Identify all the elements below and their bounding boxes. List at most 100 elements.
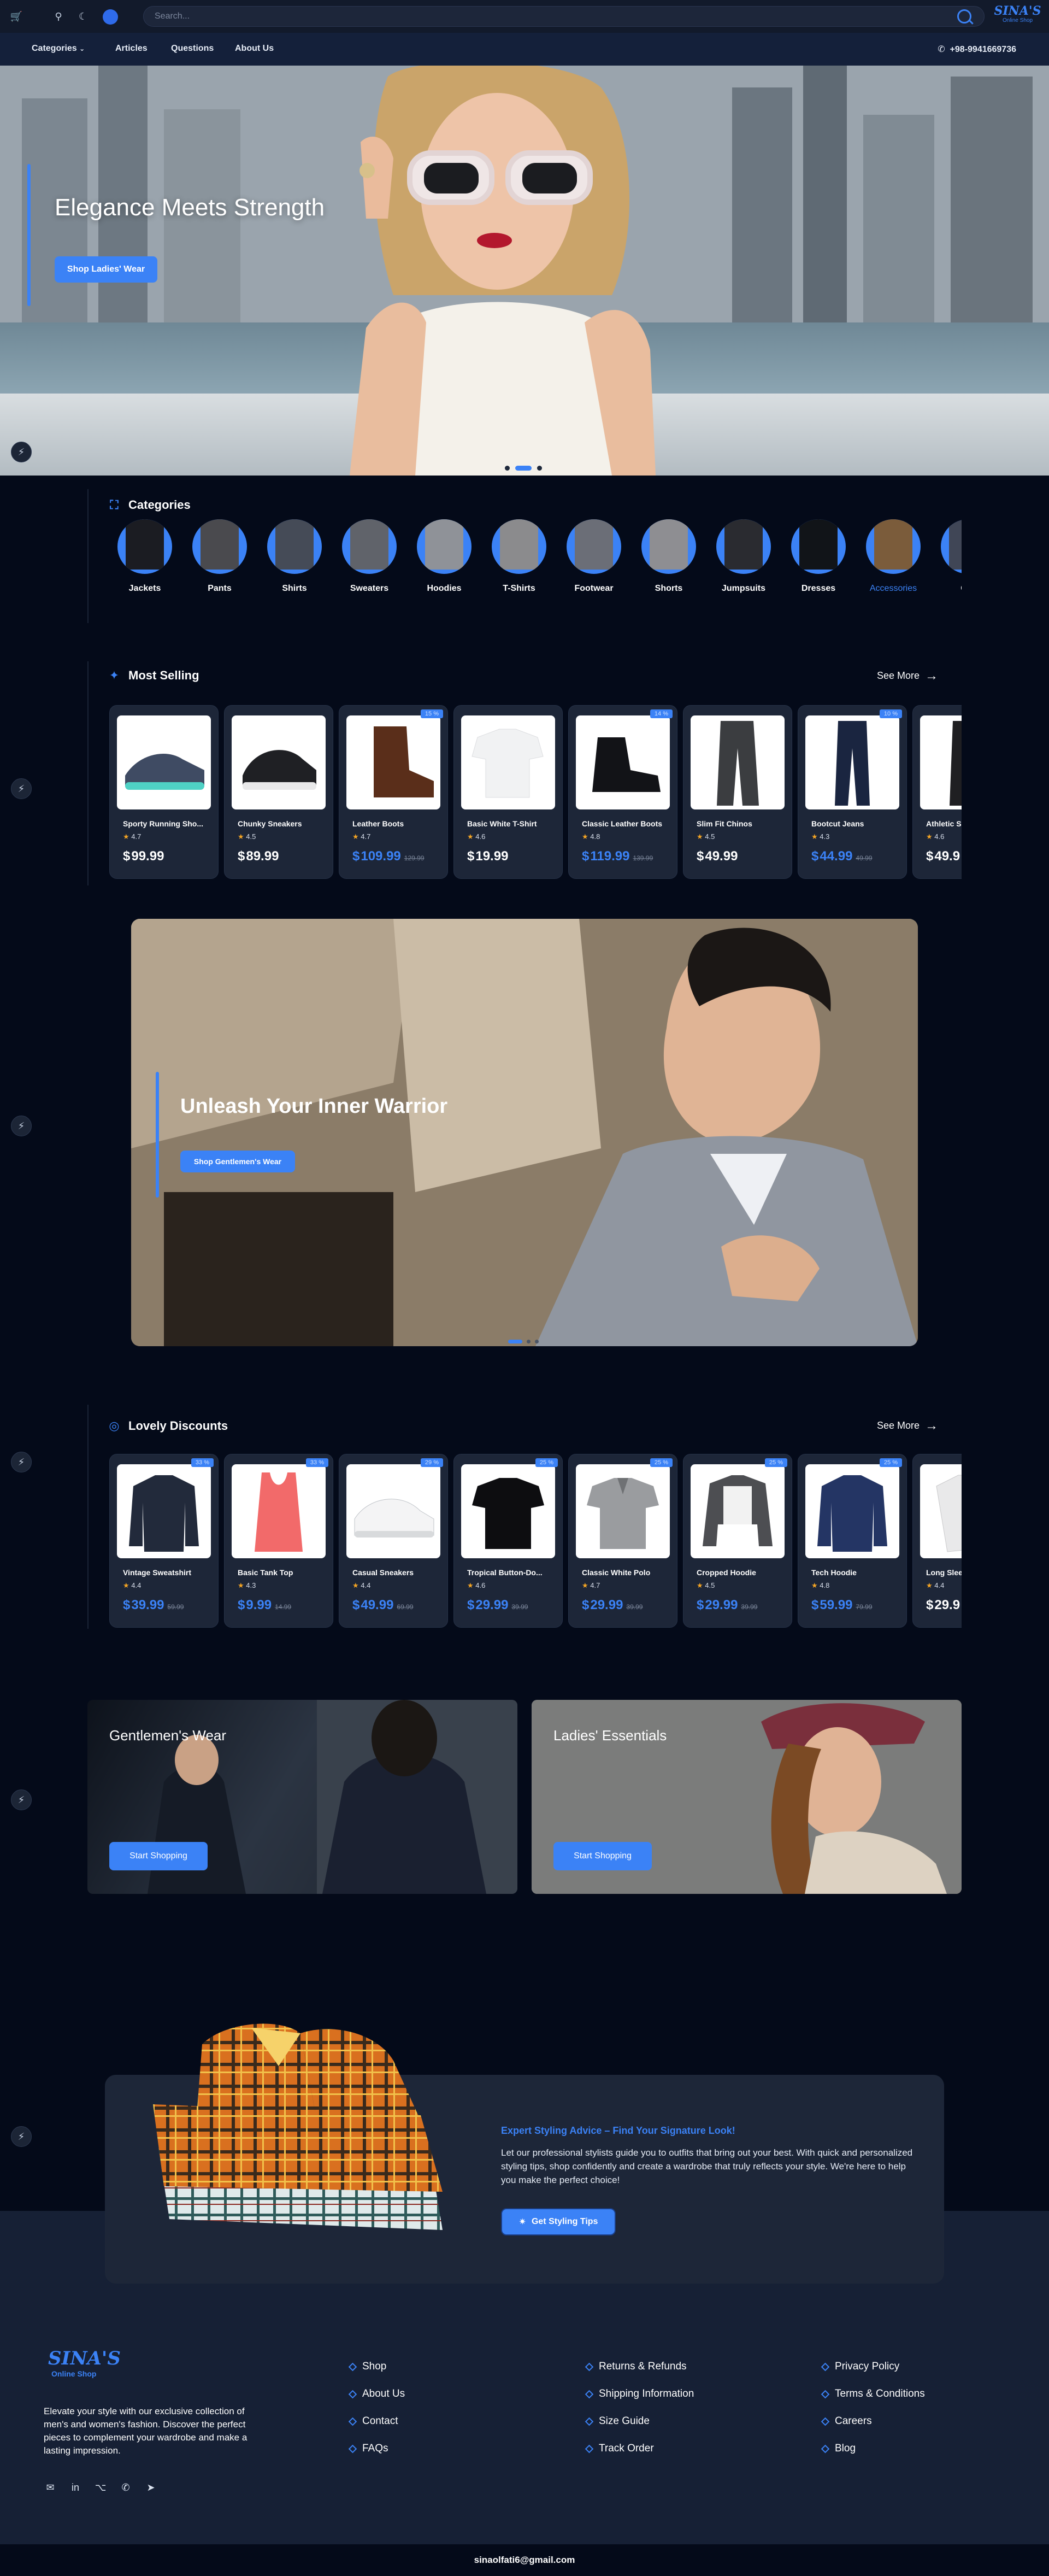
bolt-icon[interactable]: ⚡	[11, 778, 32, 799]
footer-link[interactable]: Blog	[821, 2435, 925, 2462]
footer-link[interactable]: Size Guide	[585, 2408, 694, 2435]
theme-color-dot[interactable]	[103, 9, 118, 25]
category-item[interactable]: Jumpsuits	[714, 519, 774, 594]
product-card[interactable]: Chunky Sneakers ★ 4.5 $89.99	[224, 705, 333, 879]
linkedin-icon[interactable]: in	[69, 2481, 82, 2494]
footer-link[interactable]: Terms & Conditions	[821, 2380, 925, 2408]
start-shopping-button[interactable]: Start Shopping	[109, 1842, 208, 1870]
phone-icon: ✆	[938, 45, 945, 54]
banner-dot[interactable]	[535, 1340, 539, 1343]
bolt-icon[interactable]: ⚡	[11, 1452, 32, 1472]
footer-link[interactable]: About Us	[348, 2380, 405, 2408]
category-item[interactable]: Shirts	[264, 519, 325, 594]
product-card[interactable]: 25 % Cropped Hoodie ★ 4.5 $29.99 39.99	[683, 1454, 792, 1628]
bolt-icon[interactable]: ⚡	[11, 442, 32, 462]
mail-icon[interactable]: ✉	[44, 2481, 57, 2494]
star-icon: ★	[582, 832, 591, 841]
shop-gentlemens-wear-button[interactable]: Shop Gentlemen's Wear	[180, 1151, 295, 1172]
footer-link[interactable]: Shop	[348, 2353, 405, 2380]
footer-email[interactable]: sinaolfati6@gmail.com	[0, 2544, 1049, 2576]
shop-ladies-wear-button[interactable]: Shop Ladies' Wear	[55, 256, 157, 283]
section-divider	[87, 661, 89, 885]
most-selling-see-more[interactable]: See More →	[877, 669, 938, 682]
get-styling-tips-button[interactable]: ✷ Get Styling Tips	[501, 2208, 616, 2235]
page: 🛒 ⚲ ☾ SINA'S Online Shop Categories ⌄ Ar…	[0, 0, 1049, 2576]
category-item[interactable]: Sweaters	[339, 519, 399, 594]
bolt-icon[interactable]: ⚡	[11, 1116, 32, 1136]
banner-dot[interactable]	[527, 1340, 531, 1343]
category-item[interactable]: Out	[938, 519, 962, 594]
product-price: $59.99 79.99	[811, 1598, 872, 1613]
product-card[interactable]: 25 % Tech Hoodie ★ 4.8 $59.99 79.99	[798, 1454, 907, 1628]
category-item[interactable]: Jackets	[115, 519, 175, 594]
phone-number[interactable]: ✆ +98-9941669736	[938, 44, 1016, 55]
currency-symbol: $	[582, 849, 590, 864]
translate-icon[interactable]: ⚲	[52, 10, 65, 23]
product-card[interactable]: Slim Fit Chinos ★ 4.5 $49.99	[683, 705, 792, 879]
nav-categories[interactable]: Categories ⌄	[32, 44, 85, 54]
hero-dot-active[interactable]	[515, 466, 532, 471]
product-card[interactable]: Sporty Running Sho... ★ 4.7 $99.99	[109, 705, 219, 879]
product-image	[805, 1464, 899, 1558]
telegram-icon[interactable]: ➤	[144, 2481, 157, 2494]
category-item[interactable]: Footwear	[564, 519, 624, 594]
footer-link-label: Contact	[362, 2415, 398, 2427]
category-item[interactable]: T-Shirts	[489, 519, 549, 594]
product-card[interactable]: 33 % Vintage Sweatshirt ★ 4.4 $39.99 59.99	[109, 1454, 219, 1628]
footer-link[interactable]: Track Order	[585, 2435, 694, 2462]
discount-badge: 33 %	[191, 1458, 214, 1467]
product-rating: ★ 4.6	[926, 832, 944, 841]
category-garment	[874, 519, 912, 570]
footer-link[interactable]: Privacy Policy	[821, 2353, 925, 2380]
phone-icon[interactable]: ✆	[119, 2481, 132, 2494]
hero-dot[interactable]	[505, 466, 510, 471]
banner-man-image	[131, 919, 918, 1346]
product-card[interactable]: 25 % Classic White Polo ★ 4.7 $29.99 39.99	[568, 1454, 677, 1628]
discounts-see-more[interactable]: See More →	[877, 1419, 938, 1432]
product-card[interactable]: 10 % Bootcut Jeans ★ 4.3 $44.99 49.99	[798, 705, 907, 879]
product-card[interactable]: 29 % Casual Sneakers ★ 4.4 $49.99 69.99	[339, 1454, 448, 1628]
github-icon[interactable]: ⌥	[94, 2481, 107, 2494]
product-card[interactable]: 15 % Leather Boots ★ 4.7 $109.99 129.99	[339, 705, 448, 879]
cart-icon[interactable]: 🛒	[10, 10, 23, 23]
ladies-essentials-card[interactable]: Ladies' Essentials Start Shopping	[532, 1700, 962, 1894]
product-price: $29.99 39.99	[697, 1598, 757, 1613]
moon-icon[interactable]: ☾	[76, 10, 90, 23]
product-card[interactable]: 25 % Tropical Button-Do... ★ 4.6 $29.99 39.9…	[453, 1454, 563, 1628]
category-item[interactable]: Hoodies	[414, 519, 474, 594]
footer-logo[interactable]: SINA'S Online Shop	[48, 2348, 121, 2378]
nav-articles[interactable]: Articles	[115, 44, 148, 54]
banner-dot-active[interactable]	[508, 1340, 522, 1343]
header-logo[interactable]: SINA'S Online Shop	[992, 4, 1044, 24]
footer-link[interactable]: Returns & Refunds	[585, 2353, 694, 2380]
search-input[interactable]	[155, 11, 973, 21]
social-links: ✉ in ⌥ ✆ ➤	[44, 2481, 157, 2494]
search-icon[interactable]	[957, 9, 971, 24]
product-card[interactable]: Basic White T-Shirt ★ 4.6 $19.99	[453, 705, 563, 879]
hero-dot[interactable]	[537, 466, 542, 471]
category-item[interactable]: Dresses	[788, 519, 848, 594]
product-card[interactable]: Athletic S ★ 4.6 $49.9	[912, 705, 962, 879]
gentlemens-wear-card[interactable]: Gentlemen's Wear Start Shopping	[87, 1700, 517, 1894]
category-garment	[350, 519, 388, 570]
nav-about-us[interactable]: About Us	[235, 44, 274, 54]
start-shopping-button[interactable]: Start Shopping	[553, 1842, 652, 1870]
category-item[interactable]: Pants	[190, 519, 250, 594]
hero-carousel: Elegance Meets Strength Shop Ladies' Wea…	[0, 66, 1049, 476]
footer-link[interactable]: FAQs	[348, 2435, 405, 2462]
product-card[interactable]: 33 % Basic Tank Top ★ 4.3 $9.99 14.99	[224, 1454, 333, 1628]
bolt-icon[interactable]: ⚡	[11, 1789, 32, 1810]
footer-link[interactable]: Careers	[821, 2408, 925, 2435]
price-value: 109.99	[361, 849, 401, 864]
footer-link[interactable]: Contact	[348, 2408, 405, 2435]
product-image	[117, 715, 211, 809]
bolt-icon[interactable]: ⚡	[11, 2126, 32, 2147]
nav-questions[interactable]: Questions	[171, 44, 214, 54]
product-card[interactable]: 14 % Classic Leather Boots ★ 4.8 $119.99 139…	[568, 705, 677, 879]
category-item[interactable]: Accessories	[863, 519, 923, 594]
product-image	[576, 715, 670, 809]
footer-link[interactable]: Shipping Information	[585, 2380, 694, 2408]
category-item[interactable]: Shorts	[639, 519, 699, 594]
product-card[interactable]: Long Slee ★ 4.4 $29.9	[912, 1454, 962, 1628]
currency-symbol: $	[238, 849, 245, 864]
